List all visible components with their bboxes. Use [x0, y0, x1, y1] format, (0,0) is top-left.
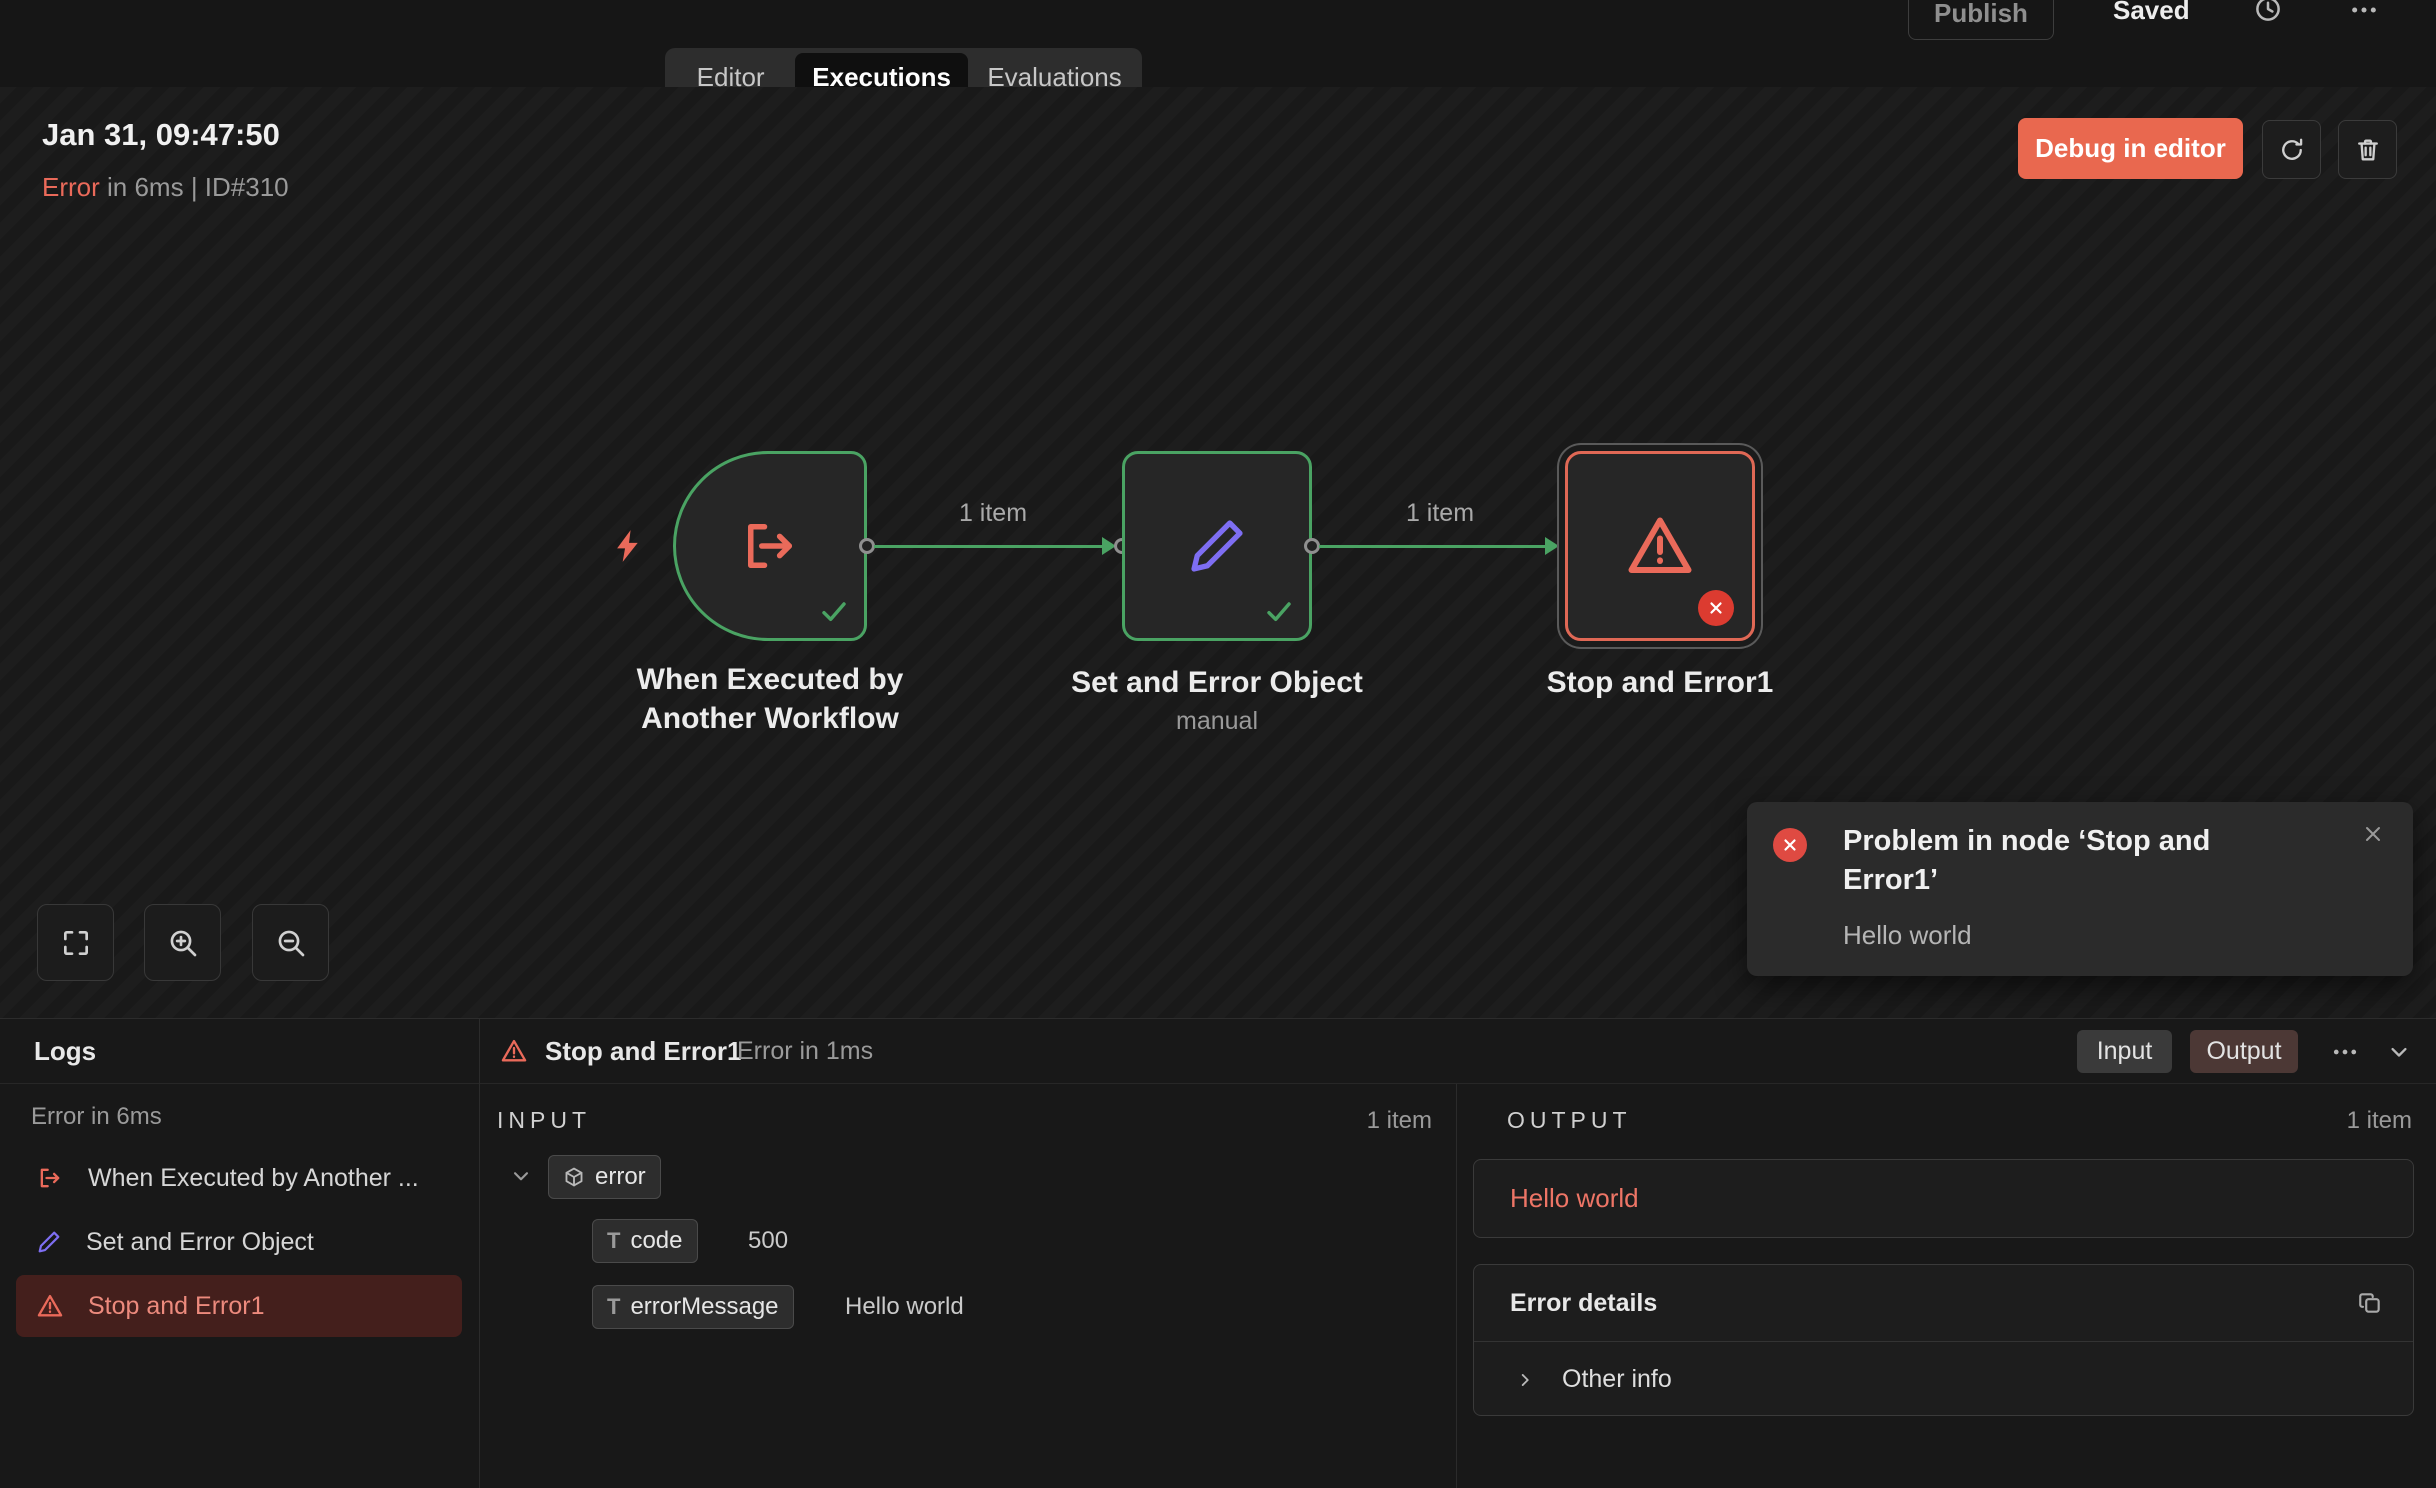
object-cube-icon	[563, 1166, 585, 1188]
trigger-bolt-icon	[610, 527, 648, 565]
error-toast: Problem in node ‘Stop and Error1’ Hello …	[1747, 802, 2413, 976]
app-window: Publish Saved Editor Executions Evaluati…	[0, 0, 2436, 1488]
json-key-label: errorMessage	[630, 1293, 778, 1321]
debug-in-editor-button[interactable]: Debug in editor	[2018, 118, 2243, 179]
execute-workflow-trigger-icon	[36, 1164, 64, 1192]
warning-triangle-icon	[36, 1292, 64, 1320]
connection-items-label: 1 item	[923, 499, 1063, 528]
success-check-icon	[818, 596, 850, 628]
history-icon[interactable]	[2253, 0, 2283, 24]
top-bar: Publish Saved	[0, 0, 2436, 87]
edit-pen-icon	[1185, 514, 1249, 578]
log-item-label: Stop and Error1	[88, 1292, 265, 1321]
error-badge-icon	[1698, 590, 1734, 626]
workflow-canvas: Jan 31, 09:47:50 Error in 6ms | ID#310 D…	[0, 87, 2436, 1018]
execution-status: Error	[42, 172, 100, 202]
log-item-set-and-error-object[interactable]: Set and Error Object	[16, 1211, 462, 1273]
collapse-tree-icon[interactable]	[508, 1163, 534, 1189]
json-key-label: code	[630, 1227, 682, 1255]
string-type-icon: T	[607, 1294, 620, 1320]
warning-triangle-icon	[500, 1037, 528, 1065]
more-options-icon[interactable]	[2348, 0, 2380, 26]
json-value: Hello world	[845, 1293, 964, 1321]
log-item-label: When Executed by Another ...	[88, 1164, 419, 1193]
node-set-and-error-object[interactable]	[1122, 451, 1312, 641]
json-key-errorMessage[interactable]: T errorMessage	[592, 1285, 794, 1329]
input-toggle-label: Input	[2097, 1037, 2153, 1066]
node-label: Stop and Error1	[1500, 663, 1820, 702]
collapse-panel-icon[interactable]	[2385, 1038, 2413, 1066]
zoom-in-button[interactable]	[144, 904, 221, 981]
log-item-label: Set and Error Object	[86, 1228, 314, 1257]
error-details-label: Error details	[1510, 1289, 1657, 1318]
node-label: When Executed by Another Workflow	[610, 660, 930, 738]
bottom-panel-header: Logs Stop and Error1 Error in 1ms Input …	[0, 1019, 2436, 1084]
fit-view-button[interactable]	[37, 904, 114, 981]
input-item-count: 1 item	[1367, 1107, 1432, 1135]
selected-node-status: Error in 1ms	[737, 1037, 873, 1066]
logs-title: Logs	[34, 1036, 96, 1067]
log-item-stop-and-error1[interactable]: Stop and Error1	[16, 1275, 462, 1337]
error-message-box: Hello world	[1473, 1159, 2414, 1238]
warning-triangle-icon	[1624, 510, 1696, 582]
execution-timestamp: Jan 31, 09:47:50	[42, 117, 280, 153]
connection-line	[874, 545, 1106, 548]
json-key-code[interactable]: T code	[592, 1219, 698, 1263]
input-section-heading: INPUT	[497, 1107, 591, 1134]
edit-pen-icon	[36, 1229, 62, 1255]
expand-chevron-icon	[1514, 1369, 1536, 1391]
json-key-label: error	[595, 1163, 646, 1191]
node-label: Set and Error Object	[1057, 663, 1377, 702]
log-item-when-executed[interactable]: When Executed by Another ...	[16, 1147, 462, 1209]
selected-node-name: Stop and Error1	[545, 1036, 741, 1067]
copy-icon[interactable]	[2357, 1290, 2383, 1316]
json-key-error[interactable]: error	[548, 1155, 661, 1199]
string-type-icon: T	[607, 1228, 620, 1254]
other-info-row[interactable]: Other info	[1474, 1342, 2413, 1417]
connection-items-label: 1 item	[1370, 499, 1510, 528]
node-when-executed-by-another-workflow[interactable]	[673, 451, 867, 641]
retry-execution-button[interactable]	[2262, 120, 2321, 179]
execution-meta: in 6ms | ID#310	[107, 172, 289, 202]
output-handle[interactable]	[1304, 538, 1320, 554]
toast-close-icon[interactable]	[2361, 822, 2385, 846]
toast-error-icon	[1773, 828, 1807, 862]
output-toggle-label: Output	[2206, 1037, 2281, 1066]
input-toggle-button[interactable]: Input	[2077, 1030, 2172, 1073]
output-section-heading: OUTPUT	[1507, 1107, 1632, 1134]
output-toggle-button[interactable]: Output	[2190, 1030, 2298, 1073]
success-check-icon	[1263, 596, 1295, 628]
json-value: 500	[748, 1227, 788, 1255]
logs-summary: Error in 6ms	[31, 1103, 162, 1131]
other-info-label: Other info	[1562, 1365, 1672, 1394]
output-handle[interactable]	[859, 538, 875, 554]
zoom-out-button[interactable]	[252, 904, 329, 981]
error-details-box: Error details Other info	[1473, 1264, 2414, 1416]
toast-message: Hello world	[1843, 920, 1972, 951]
execute-workflow-trigger-icon	[737, 513, 803, 579]
publish-button[interactable]: Publish	[1908, 0, 2054, 40]
toast-title: Problem in node ‘Stop and Error1’	[1843, 822, 2273, 900]
error-details-row: Error details	[1474, 1265, 2413, 1342]
debug-in-editor-label: Debug in editor	[2035, 133, 2226, 164]
node-subtitle: manual	[1057, 707, 1377, 736]
publish-label: Publish	[1934, 0, 2028, 29]
output-item-count: 1 item	[2347, 1107, 2412, 1135]
connection-line	[1319, 545, 1547, 548]
saved-status: Saved	[2113, 0, 2190, 24]
node-stop-and-error1[interactable]	[1565, 451, 1755, 641]
delete-execution-button[interactable]	[2338, 120, 2397, 179]
bottom-panel: Logs Stop and Error1 Error in 1ms Input …	[0, 1018, 2436, 1488]
execution-status-line: Error in 6ms | ID#310	[42, 172, 289, 203]
panel-more-options-icon[interactable]	[2330, 1037, 2360, 1067]
io-divider[interactable]	[1456, 1084, 1457, 1488]
error-message-text: Hello world	[1510, 1183, 1639, 1214]
logs-divider[interactable]	[479, 1019, 480, 1488]
